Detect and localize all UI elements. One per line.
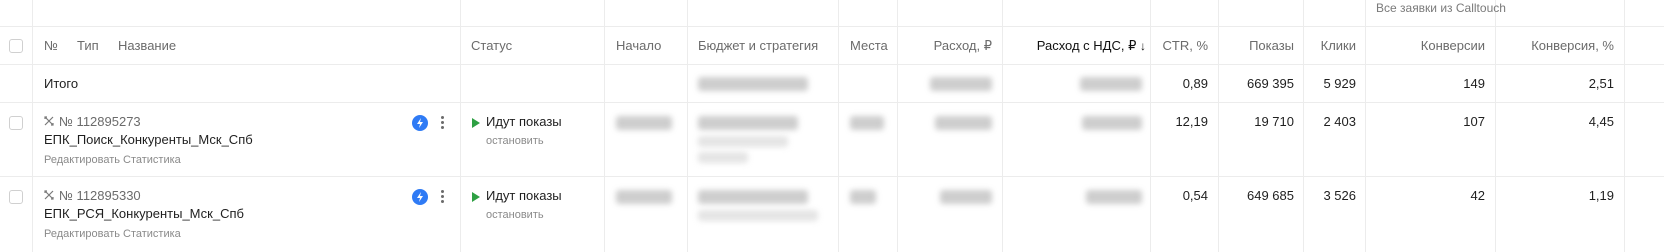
row-checkbox[interactable]	[9, 190, 23, 204]
spend-vat-blurred	[1086, 190, 1142, 204]
total-conversion-rate: 2,51	[1588, 76, 1614, 91]
column-divider	[604, 0, 605, 252]
column-conversion-rate[interactable]: Конверсия, %	[1497, 38, 1614, 54]
autotarget-bolt-icon[interactable]	[412, 115, 428, 131]
campaign-id: № 112895273	[44, 114, 141, 130]
stop-link[interactable]: остановить	[486, 207, 544, 223]
row-impressions: 19 710	[1254, 114, 1294, 129]
start-date-blurred	[616, 116, 672, 130]
total-ctr: 0,89	[1182, 76, 1208, 91]
column-divider	[1495, 0, 1496, 252]
spend-blurred	[935, 116, 992, 130]
row-divider	[0, 102, 1664, 103]
campaign-status: Идут показы	[486, 188, 562, 203]
column-spend-vat-label: Расход с НДС, ₽	[1036, 38, 1137, 53]
select-all-checkbox[interactable]	[9, 39, 23, 53]
budget-blurred	[698, 190, 808, 204]
strategy-blurred	[698, 210, 818, 221]
row-conversions: 107	[1463, 114, 1485, 129]
column-impressions[interactable]: Показы	[1220, 38, 1294, 54]
column-type[interactable]: Тип	[77, 38, 99, 54]
column-places[interactable]: Места	[850, 38, 888, 54]
play-status-icon	[472, 118, 480, 128]
sort-desc-icon: ↓	[1140, 39, 1146, 53]
edit-link[interactable]: Редактировать	[44, 226, 120, 242]
column-divider	[1365, 0, 1366, 252]
places-blurred	[850, 116, 884, 130]
row-clicks: 2 403	[1323, 114, 1356, 129]
spend-vat-blurred	[1082, 116, 1142, 130]
column-divider	[1002, 0, 1003, 252]
column-divider	[1218, 0, 1219, 252]
column-name[interactable]: Название	[118, 38, 176, 54]
row-conversion-rate: 4,45	[1588, 114, 1614, 129]
row-ctr: 12,19	[1175, 114, 1208, 129]
row-clicks: 3 526	[1323, 188, 1356, 203]
column-spend[interactable]: Расход, ₽	[900, 38, 992, 54]
play-status-icon	[472, 192, 480, 202]
budget-blurred	[698, 116, 798, 130]
campaign-id-text: № 112895330	[59, 188, 141, 203]
campaign-type-icon	[44, 114, 56, 130]
column-divider	[460, 0, 461, 252]
column-status[interactable]: Статус	[471, 38, 512, 54]
column-divider	[838, 0, 839, 252]
campaign-id-text: № 112895273	[59, 114, 141, 129]
row-checkbox[interactable]	[9, 116, 23, 130]
total-spend-vat-blurred	[1080, 77, 1142, 91]
start-date-blurred	[616, 190, 672, 204]
stats-link[interactable]: Статистика	[123, 226, 181, 242]
row-divider	[0, 64, 1664, 65]
stats-link[interactable]: Статистика	[123, 152, 181, 168]
total-budget-blurred	[698, 77, 808, 91]
campaigns-table: Все заявки из Calltouch № Тип Название С…	[0, 0, 1664, 252]
column-conversions[interactable]: Конверсии	[1367, 38, 1485, 54]
stop-link[interactable]: остановить	[486, 133, 544, 149]
column-divider	[687, 0, 688, 252]
row-ctr: 0,54	[1182, 188, 1208, 203]
column-clicks[interactable]: Клики	[1305, 38, 1356, 54]
column-ctr[interactable]: CTR, %	[1152, 38, 1209, 54]
total-label: Итого	[44, 76, 79, 91]
edit-link[interactable]: Редактировать	[44, 152, 120, 168]
campaign-name[interactable]: ЕПК_Поиск_Конкуренты_Мск_Спб	[44, 132, 253, 148]
row-impressions: 649 685	[1247, 188, 1294, 203]
column-number[interactable]: №	[44, 38, 58, 54]
strategy-blurred	[698, 152, 748, 163]
more-menu-icon[interactable]	[439, 189, 445, 205]
campaign-id: № 112895330	[44, 188, 141, 204]
column-divider	[897, 0, 898, 252]
row-divider	[0, 26, 1664, 27]
column-start[interactable]: Начало	[616, 38, 661, 54]
strategy-blurred	[698, 136, 788, 147]
campaign-type-icon	[44, 188, 56, 204]
campaign-status: Идут показы	[486, 114, 562, 129]
places-blurred	[850, 190, 876, 204]
calltouch-group-header: Все заявки из Calltouch	[1376, 1, 1506, 15]
row-conversions: 42	[1470, 188, 1485, 203]
column-divider	[1624, 0, 1625, 252]
campaign-name[interactable]: ЕПК_РСЯ_Конкуренты_Мск_Спб	[44, 206, 244, 222]
spend-blurred	[940, 190, 992, 204]
row-divider	[0, 176, 1664, 177]
column-spend-vat[interactable]: Расход с НДС, ₽ ↓	[1006, 38, 1146, 54]
total-impressions: 669 395	[1247, 76, 1294, 91]
total-clicks: 5 929	[1323, 76, 1356, 91]
more-menu-icon[interactable]	[439, 115, 445, 131]
column-divider	[1303, 0, 1304, 252]
column-budget[interactable]: Бюджет и стратегия	[698, 38, 818, 54]
autotarget-bolt-icon[interactable]	[412, 189, 428, 205]
total-conversions: 149	[1463, 76, 1485, 91]
total-spend-blurred	[930, 77, 992, 91]
column-divider	[32, 0, 33, 252]
column-divider	[1150, 0, 1151, 252]
row-conversion-rate: 1,19	[1588, 188, 1614, 203]
